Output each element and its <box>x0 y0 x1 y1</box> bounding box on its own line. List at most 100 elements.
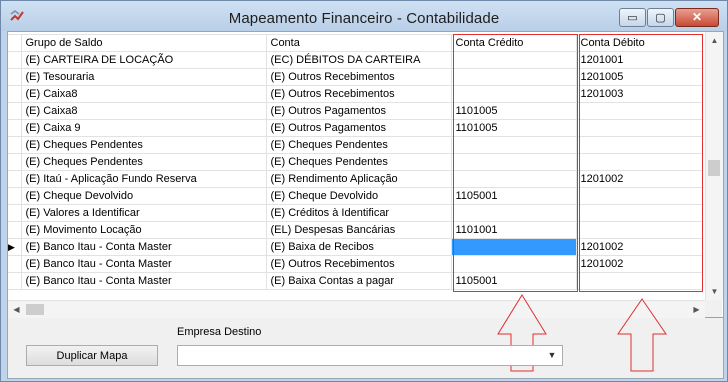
cell-debito[interactable] <box>575 272 703 290</box>
cell-conta[interactable]: (EC) DÉBITOS DA CARTEIRA <box>265 51 452 69</box>
table-row[interactable]: (E) Caixa8 (E) Outros Pagamentos 1101005 <box>8 102 703 120</box>
cell-debito[interactable] <box>575 136 703 154</box>
vertical-scroll-thumb[interactable] <box>708 160 720 176</box>
table-row[interactable]: (E) Valores a Identificar (E) Créditos à … <box>8 204 703 222</box>
horizontal-scroll-thumb[interactable] <box>26 304 44 315</box>
cell-grupo[interactable]: (E) Cheques Pendentes <box>20 136 267 154</box>
scroll-left-icon[interactable]: ◀ <box>8 301 25 318</box>
cell-debito[interactable] <box>575 187 703 205</box>
scroll-up-icon[interactable]: ▲ <box>706 32 723 49</box>
cell-grupo[interactable]: (E) Caixa8 <box>20 85 267 103</box>
cell-debito[interactable]: 1201001 <box>575 51 703 69</box>
cell-grupo[interactable]: (E) Movimento Locação <box>20 221 267 239</box>
mapping-grid[interactable]: Grupo de Saldo Conta Conta Crédito Conta… <box>8 32 723 318</box>
cell-debito[interactable] <box>575 102 703 120</box>
duplicate-map-button[interactable]: Duplicar Mapa <box>26 345 158 366</box>
cell-conta[interactable]: (E) Outros Recebimentos <box>265 255 452 273</box>
cell-grupo[interactable]: (E) Caixa8 <box>20 102 267 120</box>
close-icon: ✕ <box>691 10 703 24</box>
column-header-debito[interactable]: Conta Débito <box>575 34 703 52</box>
minimize-icon: ▭ <box>627 12 638 24</box>
maximize-button[interactable]: ▢ <box>647 8 674 27</box>
cell-credito[interactable] <box>450 51 577 69</box>
cell-credito[interactable] <box>450 85 577 103</box>
cell-credito[interactable] <box>450 238 577 256</box>
cell-conta[interactable]: (E) Outros Pagamentos <box>265 119 452 137</box>
scroll-down-icon[interactable]: ▼ <box>706 283 723 300</box>
mapping-table: Grupo de Saldo Conta Conta Crédito Conta… <box>8 34 703 290</box>
column-header-grupo[interactable]: Grupo de Saldo <box>20 34 267 52</box>
cell-credito[interactable] <box>450 255 577 273</box>
cell-grupo[interactable]: (E) Banco Itau - Conta Master <box>20 255 267 273</box>
row-indicator <box>8 85 22 103</box>
empresa-destino-select[interactable]: ▼ <box>177 345 563 366</box>
cell-grupo[interactable]: (E) Cheques Pendentes <box>20 153 267 171</box>
cell-debito[interactable]: 1201002 <box>575 238 703 256</box>
dropdown-arrow-icon[interactable]: ▼ <box>544 348 560 363</box>
cell-grupo[interactable]: (E) Caixa 9 <box>20 119 267 137</box>
table-row[interactable]: (E) Caixa 9 (E) Outros Pagamentos 1101005 <box>8 119 703 137</box>
scroll-right-icon[interactable]: ▶ <box>688 301 705 318</box>
cell-credito[interactable] <box>450 68 577 86</box>
maximize-icon: ▢ <box>655 12 666 24</box>
horizontal-scrollbar[interactable]: ◀ ▶ <box>8 300 705 318</box>
cell-conta[interactable]: (E) Outros Pagamentos <box>265 102 452 120</box>
cell-conta[interactable]: (E) Cheques Pendentes <box>265 153 452 171</box>
close-button[interactable]: ✕ <box>675 8 719 27</box>
row-indicator <box>8 153 22 171</box>
cell-credito[interactable]: 1101001 <box>450 221 577 239</box>
cell-debito[interactable] <box>575 119 703 137</box>
cell-conta[interactable]: (EL) Despesas Bancárias <box>265 221 452 239</box>
cell-conta[interactable]: (E) Rendimento Aplicação <box>265 170 452 188</box>
column-header-conta[interactable]: Conta <box>265 34 452 52</box>
cell-conta[interactable]: (E) Baixa de Recibos <box>265 238 452 256</box>
cell-grupo[interactable]: (E) Banco Itau - Conta Master <box>20 238 267 256</box>
row-indicator <box>8 255 22 273</box>
vertical-scrollbar[interactable]: ▲ ▼ <box>705 32 723 300</box>
empresa-destino-label: Empresa Destino <box>177 326 262 338</box>
table-row[interactable]: (E) Itaú - Aplicação Fundo Reserva (E) Re… <box>8 170 703 188</box>
cell-grupo[interactable]: (E) Banco Itau - Conta Master <box>20 272 267 290</box>
cell-credito[interactable] <box>450 136 577 154</box>
row-indicator <box>8 204 22 222</box>
cell-credito[interactable]: 1105001 <box>450 272 577 290</box>
cell-debito[interactable] <box>575 221 703 239</box>
cell-credito[interactable] <box>450 170 577 188</box>
cell-conta[interactable]: (E) Cheques Pendentes <box>265 136 452 154</box>
table-row[interactable]: (E) Cheques Pendentes (E) Cheques Pendent… <box>8 136 703 154</box>
cell-debito[interactable] <box>575 204 703 222</box>
cell-conta[interactable]: (E) Créditos à Identificar <box>265 204 452 222</box>
cell-credito[interactable]: 1101005 <box>450 119 577 137</box>
cell-conta[interactable]: (E) Outros Recebimentos <box>265 85 452 103</box>
cell-credito[interactable] <box>450 204 577 222</box>
cell-debito[interactable]: 1201002 <box>575 255 703 273</box>
minimize-button[interactable]: ▭ <box>619 8 646 27</box>
cell-debito[interactable]: 1201005 <box>575 68 703 86</box>
main-window: Mapeamento Financeiro - Contabilidade ▭ … <box>0 0 728 382</box>
cell-debito[interactable]: 1201003 <box>575 85 703 103</box>
table-row[interactable]: ▶ (E) Banco Itau - Conta Master (E) Baixa … <box>8 238 703 256</box>
cell-credito[interactable]: 1105001 <box>450 187 577 205</box>
table-row[interactable]: (E) Banco Itau - Conta Master (E) Outros … <box>8 255 703 273</box>
table-row[interactable]: (E) CARTEIRA DE LOCAÇÃO (EC) DÉBITOS DA C… <box>8 51 703 69</box>
cell-grupo[interactable]: (E) Valores a Identificar <box>20 204 267 222</box>
table-row[interactable]: (E) Banco Itau - Conta Master (E) Baixa C… <box>8 272 703 290</box>
table-row[interactable]: (E) Tesouraria (E) Outros Recebimentos 120… <box>8 68 703 86</box>
current-row-icon: ▶ <box>8 242 15 252</box>
cell-grupo[interactable]: (E) CARTEIRA DE LOCAÇÃO <box>20 51 267 69</box>
cell-grupo[interactable]: (E) Tesouraria <box>20 68 267 86</box>
cell-conta[interactable]: (E) Outros Recebimentos <box>265 68 452 86</box>
cell-debito[interactable]: 1201002 <box>575 170 703 188</box>
cell-conta[interactable]: (E) Cheque Devolvido <box>265 187 452 205</box>
table-row[interactable]: (E) Movimento Locação (EL) Despesas Bancá… <box>8 221 703 239</box>
cell-conta[interactable]: (E) Baixa Contas a pagar <box>265 272 452 290</box>
cell-grupo[interactable]: (E) Itaú - Aplicação Fundo Reserva <box>20 170 267 188</box>
table-row[interactable]: (E) Cheque Devolvido (E) Cheque Devolvido… <box>8 187 703 205</box>
cell-credito[interactable]: 1101005 <box>450 102 577 120</box>
cell-credito[interactable] <box>450 153 577 171</box>
column-header-credito[interactable]: Conta Crédito <box>450 34 577 52</box>
table-row[interactable]: (E) Caixa8 (E) Outros Recebimentos 1201003 <box>8 85 703 103</box>
cell-grupo[interactable]: (E) Cheque Devolvido <box>20 187 267 205</box>
table-row[interactable]: (E) Cheques Pendentes (E) Cheques Pendent… <box>8 153 703 171</box>
cell-debito[interactable] <box>575 153 703 171</box>
